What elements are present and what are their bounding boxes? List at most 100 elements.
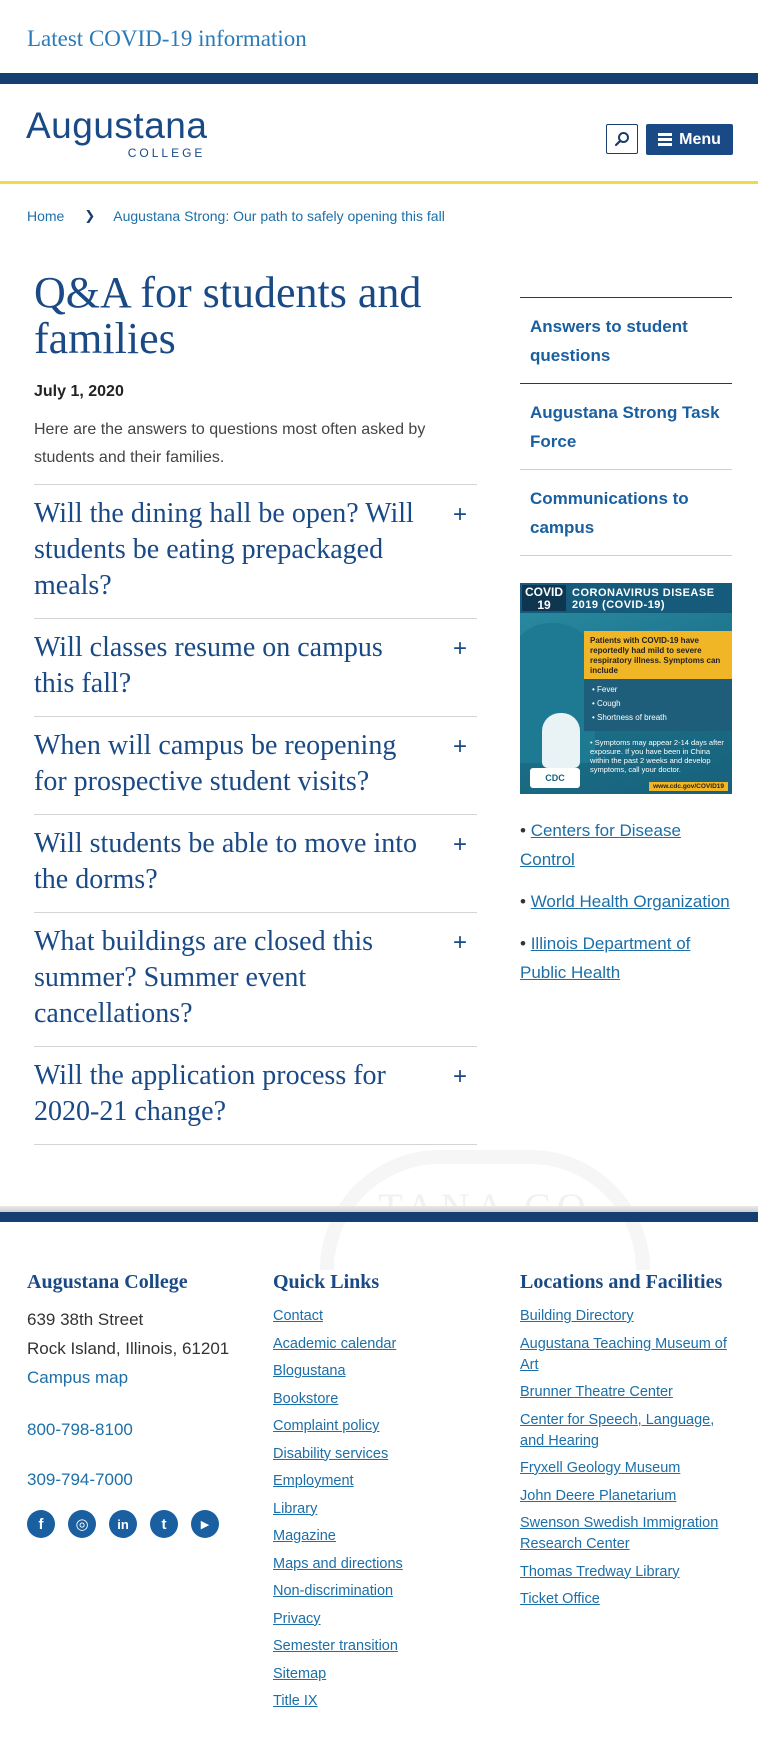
footer-link-magazine[interactable]: Magazine	[273, 1528, 336, 1544]
footer-link-semester-transition[interactable]: Semester transition	[273, 1638, 398, 1654]
youtube-icon[interactable]: ▶	[191, 1510, 219, 1538]
footer-link-swenson-swedish-immigration-research-center[interactable]: Swenson Swedish Immigration Research Cen…	[520, 1515, 718, 1552]
search-button[interactable]	[606, 124, 638, 154]
list-item: Thomas Tredway Library	[520, 1562, 735, 1583]
expand-plus-icon[interactable]: +	[453, 733, 467, 761]
faq-question[interactable]: Will classes resume on campus this fall?	[34, 630, 427, 702]
poster-badge-line1: COVID	[524, 585, 563, 599]
faq-item[interactable]: Will students be able to move into the d…	[34, 815, 477, 913]
footer-link-non-discrimination[interactable]: Non-discrimination	[273, 1583, 393, 1599]
faq-item[interactable]: Will the dining hall be open? Will stude…	[34, 485, 477, 619]
footer-college-heading: Augustana College	[27, 1271, 188, 1293]
menu-label: Menu	[679, 130, 721, 148]
phone-link-1[interactable]: 800-798-8100	[27, 1420, 237, 1440]
instagram-icon[interactable]: ◎	[68, 1510, 96, 1538]
faq-question[interactable]: What buildings are closed this summer? S…	[34, 924, 427, 1032]
faq-question[interactable]: Will the dining hall be open? Will stude…	[34, 496, 427, 604]
footer-link-augustana-teaching-museum-of-art[interactable]: Augustana Teaching Museum of Art	[520, 1336, 727, 1373]
footer-link-ticket-office[interactable]: Ticket Office	[520, 1591, 600, 1607]
poster-url: www.cdc.gov/COVID19	[649, 782, 728, 791]
resource-links: • Centers for Disease Control • World He…	[520, 816, 732, 987]
footer-link-maps-and-directions[interactable]: Maps and directions	[273, 1556, 403, 1572]
quick-links-list: Contact Academic calendar Blogustana Bookst…	[273, 1306, 473, 1712]
idph-link[interactable]: Illinois Department of Public Health	[520, 934, 690, 982]
list-item: Non-discrimination	[273, 1581, 473, 1602]
covid-info-text[interactable]: Latest COVID-19 information	[27, 26, 307, 51]
facebook-icon[interactable]: f	[27, 1510, 55, 1538]
side-nav-item-task-force[interactable]: Augustana Strong Task Force	[520, 384, 732, 470]
footer-link-fryxell-geology-museum[interactable]: Fryxell Geology Museum	[520, 1460, 680, 1476]
footer-link-brunner-theatre-center[interactable]: Brunner Theatre Center	[520, 1384, 673, 1400]
expand-plus-icon[interactable]: +	[453, 1063, 467, 1091]
locations-heading: Locations and Facilities	[520, 1271, 723, 1293]
footer-link-john-deere-planetarium[interactable]: John Deere Planetarium	[520, 1488, 676, 1504]
footer-link-title-ix[interactable]: Title IX	[273, 1693, 318, 1709]
faq-question[interactable]: When will campus be reopening for prospe…	[34, 728, 427, 800]
side-nav-item-communications[interactable]: Communications to campus	[520, 470, 732, 556]
faq-item[interactable]: When will campus be reopening for prospe…	[34, 717, 477, 815]
footer-link-center-for-speech-language-and-hearing[interactable]: Center for Speech, Language, and Hearing	[520, 1412, 714, 1449]
twitter-icon[interactable]: t	[150, 1510, 178, 1538]
footer-link-academic-calendar[interactable]: Academic calendar	[273, 1336, 396, 1352]
footer-contact: Augustana College 639 38th Street Rock I…	[27, 1270, 237, 1538]
footer-link-sitemap[interactable]: Sitemap	[273, 1666, 326, 1682]
expand-plus-icon[interactable]: +	[453, 929, 467, 957]
bullet: •	[520, 821, 526, 840]
linkedin-icon[interactable]: in	[109, 1510, 137, 1538]
expand-plus-icon[interactable]: +	[453, 501, 467, 529]
covid-info-link[interactable]: Latest COVID-19 information	[0, 0, 758, 73]
footer-link-building-directory[interactable]: Building Directory	[520, 1308, 634, 1324]
search-icon	[614, 132, 629, 147]
list-item: Bookstore	[273, 1389, 473, 1410]
faq-accordion: Will the dining hall be open? Will stude…	[34, 484, 477, 1145]
menu-button[interactable]: Menu	[646, 124, 733, 155]
address-city: Rock Island, Illinois, 61201	[27, 1339, 230, 1358]
tissue-illustration	[542, 713, 580, 768]
cdc-link[interactable]: Centers for Disease Control	[520, 821, 681, 869]
cdc-logo: CDC	[530, 768, 580, 788]
list-item: Ticket Office	[520, 1589, 735, 1610]
breadcrumb-home[interactable]: Home	[27, 208, 64, 224]
locations-list: Building Directory Augustana Teaching Mus…	[520, 1306, 735, 1610]
augustana-logo[interactable]: Augustana COLLEGE	[26, 107, 207, 160]
list-item: Semester transition	[273, 1636, 473, 1657]
faq-question[interactable]: Will the application process for 2020-21…	[34, 1058, 427, 1130]
symptom-cough: • Cough	[592, 699, 621, 708]
footer-link-bookstore[interactable]: Bookstore	[273, 1391, 338, 1407]
expand-plus-icon[interactable]: +	[453, 635, 467, 663]
side-nav-item-student-questions[interactable]: Answers to student questions	[520, 298, 732, 384]
footer-link-employment[interactable]: Employment	[273, 1473, 354, 1489]
list-item: Disability services	[273, 1444, 473, 1465]
page-title: Q&A for students and families	[34, 268, 422, 363]
footer-link-privacy[interactable]: Privacy	[273, 1611, 321, 1627]
footer-link-disability-services[interactable]: Disability services	[273, 1446, 388, 1462]
footer-link-library[interactable]: Library	[273, 1501, 317, 1517]
campus-map-link[interactable]: Campus map	[27, 1363, 237, 1392]
poster-badge: COVID 19	[522, 585, 566, 612]
footer-locations: Locations and Facilities Building Direct…	[520, 1270, 735, 1617]
faq-item[interactable]: What buildings are closed this summer? S…	[34, 913, 477, 1047]
bullet: •	[520, 934, 526, 953]
poster-title: CORONAVIRUS DISEASE 2019 (COVID-19)	[572, 587, 715, 611]
footer-link-thomas-tredway-library[interactable]: Thomas Tredway Library	[520, 1564, 680, 1580]
faq-item[interactable]: Will classes resume on campus this fall?…	[34, 619, 477, 717]
footer-divider	[0, 1212, 758, 1222]
phone-link-2[interactable]: 309-794-7000	[27, 1470, 237, 1490]
footer-link-complaint-policy[interactable]: Complaint policy	[273, 1418, 379, 1434]
faq-question[interactable]: Will students be able to move into the d…	[34, 826, 427, 898]
sidebar: Answers to student questions Augustana S…	[520, 297, 732, 1000]
symptom-breath: • Shortness of breath	[592, 713, 667, 722]
footer-link-contact[interactable]: Contact	[273, 1308, 323, 1324]
expand-plus-icon[interactable]: +	[453, 831, 467, 859]
site-header: Augustana COLLEGE Menu	[0, 84, 758, 184]
who-link[interactable]: World Health Organization	[531, 892, 730, 911]
cdc-covid-poster: COVID 19 CORONAVIRUS DISEASE 2019 (COVID…	[520, 583, 732, 794]
faq-item[interactable]: Will the application process for 2020-21…	[34, 1047, 477, 1145]
footer-quick-links: Quick Links Contact Academic calendar Blog…	[273, 1270, 473, 1719]
publish-date: July 1, 2020	[34, 383, 124, 400]
poster-title-line2: 2019 (COVID-19)	[572, 599, 666, 611]
poster-note: • Symptoms may appear 2-14 days after ex…	[590, 738, 724, 774]
breadcrumb-current[interactable]: Augustana Strong: Our path to safely ope…	[113, 208, 445, 224]
symptom-fever: • Fever	[592, 685, 618, 694]
footer-link-blogustana[interactable]: Blogustana	[273, 1363, 346, 1379]
